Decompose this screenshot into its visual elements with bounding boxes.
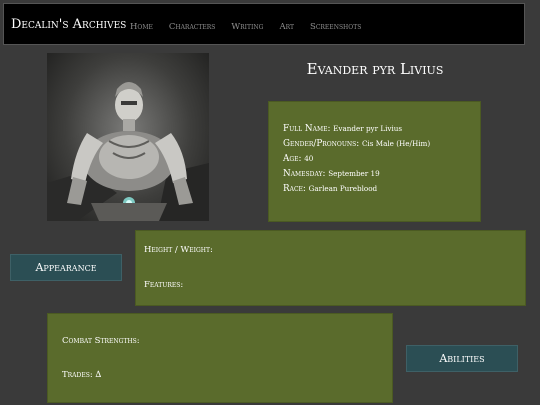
abilities-panel: Combat Strengths: Trades: ∆ (47, 313, 393, 403)
appearance-button[interactable]: Appearance (10, 254, 122, 281)
info-race: Race: Garlean Pureblood (283, 184, 377, 194)
nav-link-art[interactable]: Art (279, 22, 294, 32)
info-label: Full Name: (283, 124, 331, 134)
info-age: Age: 40 (283, 154, 313, 164)
info-label: Gender/Pronouns: (283, 139, 360, 149)
combat-strengths-label: Combat Strengths: (62, 336, 140, 346)
site-brand[interactable]: Decalin's Archives (11, 17, 126, 32)
info-value: Evander pyr Livius (333, 124, 403, 133)
info-label: Age: (283, 154, 302, 164)
info-namesday: Namesday: September 19 (283, 169, 380, 179)
nav-link-screenshots[interactable]: Screenshots (310, 22, 361, 32)
character-info-panel: Full Name: Evander pyr Livius Gender/Pro… (268, 101, 481, 222)
nav-link-characters[interactable]: Characters (169, 22, 216, 32)
info-label: Race: (283, 184, 306, 194)
portrait-illustration (47, 82, 209, 221)
nav-link-home[interactable]: Home (130, 22, 153, 32)
features-label: Features: (144, 280, 184, 290)
abilities-button[interactable]: Abilities (406, 345, 518, 372)
top-nav-bar: Decalin's Archives Home Characters Writi… (3, 3, 525, 45)
nav-link-writing[interactable]: Writing (231, 22, 263, 32)
info-gender-pronouns: Gender/Pronouns: Cis Male (He/Him) (283, 139, 430, 149)
appearance-panel: Height / Weight: Features: (135, 230, 526, 306)
info-value: September 19 (328, 169, 380, 178)
height-weight-label: Height / Weight: (144, 245, 213, 255)
info-value: Cis Male (He/Him) (361, 139, 431, 148)
info-value: Garlean Pureblood (308, 184, 378, 193)
trades-label: Trades: ∆ (62, 370, 102, 380)
character-portrait-image (47, 53, 209, 221)
info-full-name: Full Name: Evander pyr Livius (283, 124, 402, 134)
info-value: 40 (304, 154, 314, 163)
character-name-title: Evander pyr Livius (306, 60, 444, 78)
info-label: Namesday: (283, 169, 326, 179)
nav-links: Home Characters Writing Art Screenshots (130, 22, 377, 32)
